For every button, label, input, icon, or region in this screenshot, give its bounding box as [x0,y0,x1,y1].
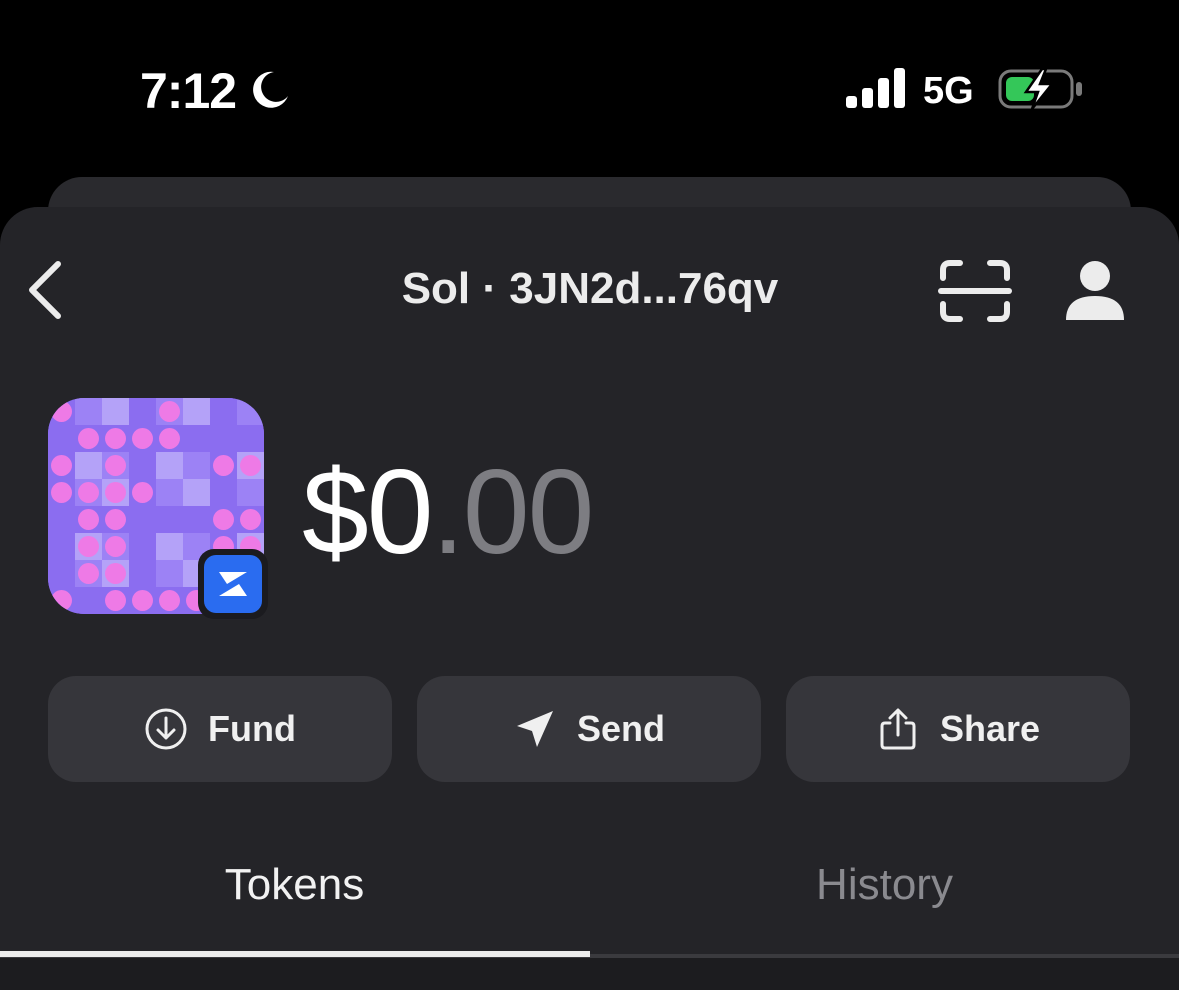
share-label: Share [939,708,1041,749]
network-label: 5G [923,70,974,112]
share-button[interactable]: Share [786,676,1130,782]
fund-label: Fund [208,708,296,749]
tab-history[interactable]: History [590,860,1179,910]
chevron-left-icon[interactable] [22,258,66,322]
send-button[interactable]: Send [417,676,761,782]
person-icon[interactable] [1062,258,1128,324]
arrow-down-circle-icon [145,708,187,750]
status-time: 7:12 [140,63,237,119]
signal-icon [846,68,905,108]
fund-button[interactable]: Fund [48,676,392,782]
z-logo-icon [219,572,247,596]
send-label: Send [576,708,665,749]
tab-tokens[interactable]: Tokens [0,860,589,910]
network-badge [198,549,268,619]
balance-amount: $0.00 [302,442,594,582]
share-icon [880,708,916,750]
wallet-title[interactable]: Sol · 3JN2d...76qv [290,264,890,314]
scan-icon[interactable] [938,258,1012,324]
balance-cents: .00 [431,445,594,579]
paper-plane-icon [516,711,553,747]
battery-charging-icon [998,67,1082,110]
tab-active-indicator [0,951,590,957]
moon-icon [253,71,288,108]
tab-content-area [0,958,1179,990]
balance-whole: $0 [302,445,433,579]
status-bar: 7:12 5G [0,0,1179,175]
